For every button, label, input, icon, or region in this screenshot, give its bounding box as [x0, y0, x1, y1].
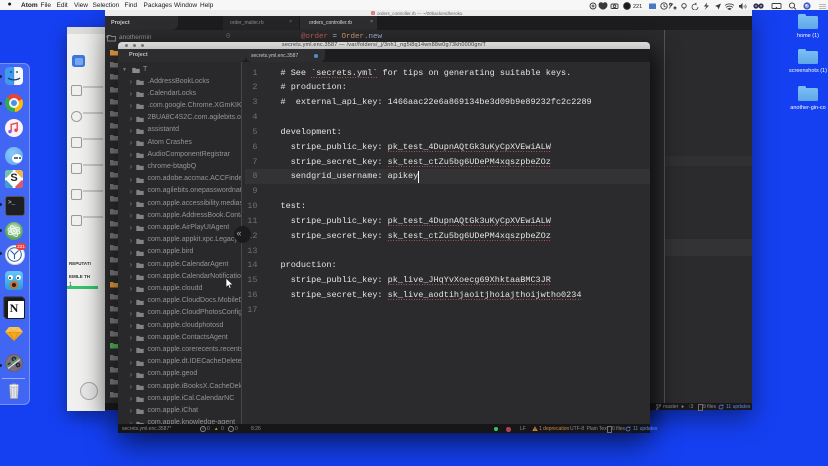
svg-text:221: 221 — [633, 4, 642, 10]
